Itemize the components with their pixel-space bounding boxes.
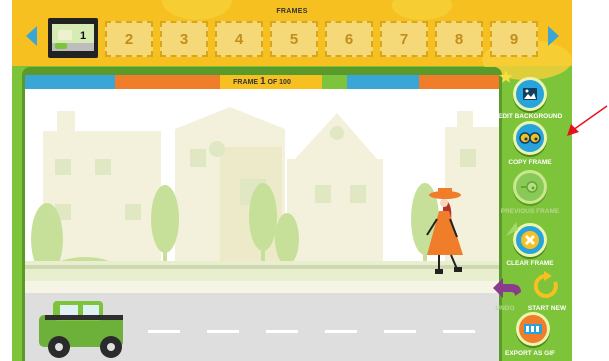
animation-editor: FRAMES 1 2 3 4 5 6 7 8 9 FRAME 1 OF 100 … (12, 0, 572, 361)
copy-frame-label: COPY FRAME (508, 159, 552, 166)
frame-slot[interactable]: 7 (380, 21, 428, 57)
previous-eye-icon (521, 181, 538, 193)
frame-slot[interactable]: 6 (325, 21, 373, 57)
frame-slot[interactable]: 3 (160, 21, 208, 57)
previous-frame-label: PREVIOUS FRAME (500, 208, 560, 215)
scroll-left-arrow-icon[interactable] (26, 26, 37, 46)
film-reel-icon (524, 324, 542, 334)
undo-label: UNDO (495, 305, 515, 312)
edit-background-label: EDIT BACKGROUND (498, 113, 563, 120)
clear-frame-label: CLEAR FRAME (506, 260, 554, 267)
edit-background-button[interactable] (513, 77, 547, 111)
previous-frame-button[interactable] (513, 170, 547, 204)
annotation-arrow-icon (567, 105, 608, 136)
scroll-right-arrow-icon[interactable] (548, 26, 559, 46)
frame-counter-suffix: OF 100 (267, 79, 291, 86)
decorative-arrow-icon (506, 222, 518, 236)
image-icon (523, 88, 537, 100)
frame-thumbnail-current[interactable]: 1 (48, 18, 98, 58)
frame-slot[interactable]: 5 (270, 21, 318, 57)
frame-counter-prefix: FRAME (233, 79, 259, 86)
frame-counter: FRAME 1 OF 100 (25, 75, 499, 89)
frames-title: FRAMES (276, 8, 308, 15)
frame-slot[interactable]: 9 (490, 21, 538, 57)
clear-x-icon (521, 231, 539, 249)
frame-slot[interactable]: 2 (105, 21, 153, 57)
export-as-gif-label: EXPORT AS GIF (505, 350, 555, 357)
start-new-refresh-icon[interactable] (532, 271, 560, 301)
frames-filmstrip: FRAMES 1 2 3 4 5 6 7 8 9 (12, 0, 572, 80)
frame-slot[interactable]: 8 (435, 21, 483, 57)
export-as-gif-button[interactable] (516, 312, 550, 346)
frame-counter-current: 1 (259, 76, 266, 87)
frame-slot[interactable]: 4 (215, 21, 263, 57)
copy-frame-button[interactable] (513, 121, 547, 155)
star-icon (499, 70, 513, 83)
undo-arrow-icon[interactable] (493, 276, 525, 300)
frame-thumbnail-number: 1 (80, 30, 87, 42)
drawing-canvas[interactable] (25, 89, 499, 361)
eyes-icon (519, 132, 541, 144)
start-new-label: START NEW (527, 305, 567, 312)
